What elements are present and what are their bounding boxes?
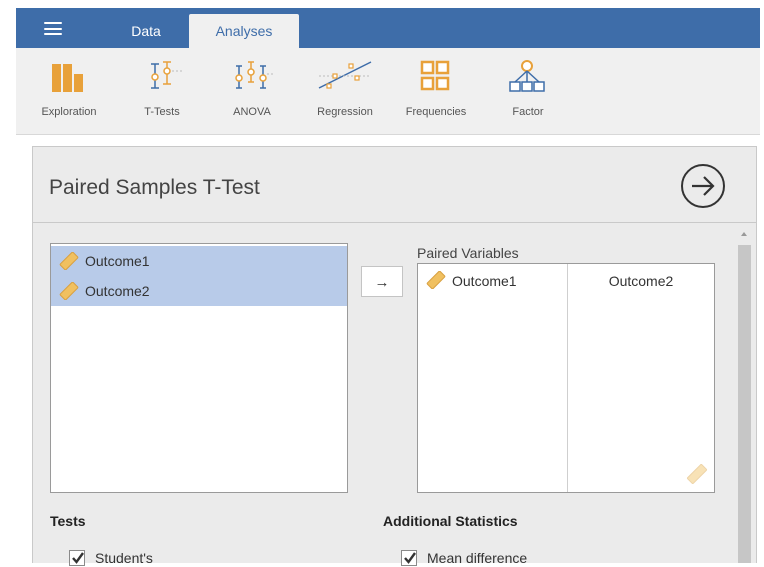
scroll-up-arrow-icon[interactable]	[739, 229, 749, 239]
paired-variables-label: Paired Variables	[417, 245, 519, 261]
ribbon-factor-button[interactable]: Factor	[490, 60, 566, 126]
ruler-icon	[59, 282, 79, 300]
variable-name: Outcome1	[452, 273, 517, 289]
ribbon-t-tests-label: T-Tests	[144, 106, 180, 118]
analysis-options-panel: Paired Samples T-Test Outcome1 Outcome2 …	[32, 146, 757, 566]
ribbon-anova-button[interactable]: ANOVA	[214, 60, 290, 126]
ribbon-anova-label: ANOVA	[233, 106, 271, 118]
move-to-paired-button[interactable]: →	[361, 266, 403, 297]
factor-icon	[509, 60, 545, 92]
ribbon-frequencies-label: Frequencies	[405, 106, 467, 118]
ruler-icon	[687, 464, 707, 484]
variable-name: Outcome1	[85, 253, 150, 269]
variable-name: Outcome2	[85, 283, 150, 299]
variable-item-outcome1[interactable]: Outcome1	[51, 246, 347, 276]
checkbox-box[interactable]	[401, 550, 417, 566]
tests-section-title: Tests	[50, 513, 86, 529]
paired-right-variable[interactable]: Outcome2	[568, 268, 714, 294]
column-divider	[567, 264, 568, 492]
ruler-icon	[426, 271, 446, 289]
ribbon-factor-label: Factor	[512, 106, 544, 118]
ribbon-regression-label: Regression	[317, 106, 373, 118]
ribbon-frequencies-button[interactable]: Frequencies	[398, 60, 474, 126]
ribbon-exploration-button[interactable]: Exploration	[31, 60, 107, 126]
paired-left-variable[interactable]: Outcome1	[418, 268, 567, 294]
ribbon-regression-button[interactable]: Regression	[307, 60, 383, 126]
checkmark-icon	[72, 552, 84, 564]
mean-difference-checkbox[interactable]: Mean difference	[401, 549, 571, 567]
t-tests-icon	[151, 61, 183, 89]
checkbox-box[interactable]	[69, 550, 85, 566]
ruler-icon	[59, 252, 79, 270]
checkbox-label: Mean difference	[427, 550, 528, 566]
checkmark-icon	[404, 552, 416, 564]
checkbox-label: Student's	[95, 550, 153, 566]
additional-statistics-title: Additional Statistics	[383, 513, 518, 529]
panel-title: Paired Samples T-Test	[49, 176, 260, 199]
hamburger-menu-icon[interactable]	[44, 22, 62, 35]
ribbon-t-tests-button[interactable]: T-Tests	[124, 60, 200, 126]
tab-analyses[interactable]: Analyses	[189, 14, 299, 48]
regression-icon	[318, 61, 372, 89]
tab-data[interactable]: Data	[116, 14, 176, 48]
vertical-scrollbar[interactable]	[736, 229, 752, 563]
exploration-icon	[52, 64, 83, 92]
ribbon-exploration-label: Exploration	[41, 106, 97, 118]
anova-icon	[235, 61, 275, 89]
variable-item-outcome2[interactable]: Outcome2	[51, 276, 347, 306]
analyses-ribbon: Exploration T-Tests ANOVA Regression Fre…	[16, 48, 760, 135]
paired-variables-list[interactable]: Outcome1 Outcome2	[417, 263, 715, 493]
variables-list[interactable]: Outcome1 Outcome2	[50, 243, 348, 493]
top-bar: Data Analyses	[16, 8, 760, 48]
app-window: Data Analyses Exploration T-Tests ANOVA …	[0, 0, 764, 566]
scrollbar-thumb[interactable]	[738, 245, 751, 563]
frequencies-icon	[420, 60, 450, 91]
students-checkbox[interactable]: Student's	[69, 549, 219, 567]
title-divider	[33, 222, 756, 223]
arrow-circle-icon[interactable]	[680, 163, 726, 209]
